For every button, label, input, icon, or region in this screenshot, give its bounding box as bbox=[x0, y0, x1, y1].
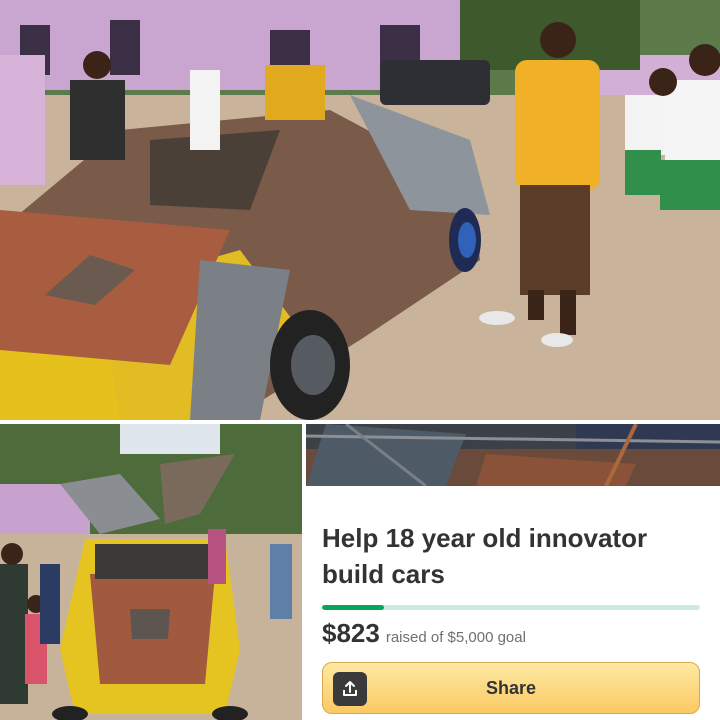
share-upload-icon bbox=[333, 672, 367, 706]
car-photo-interior bbox=[306, 424, 720, 486]
share-button-label: Share bbox=[485, 677, 537, 698]
car-photo-crowd bbox=[0, 424, 302, 720]
car-photo-main bbox=[0, 0, 720, 420]
progress-bar-fill bbox=[322, 605, 385, 610]
raised-amount: $823 bbox=[322, 618, 380, 648]
fundraiser-card: Help 18 year old innovator build cars $8… bbox=[306, 486, 720, 720]
amount-row: $823 raised of $5,000 goal bbox=[322, 618, 526, 649]
share-button[interactable]: Share bbox=[322, 662, 700, 714]
progress-bar bbox=[322, 605, 700, 610]
campaign-title: Help 18 year old innovator build cars bbox=[322, 523, 648, 589]
raised-goal-text: raised of $5,000 goal bbox=[385, 629, 526, 646]
